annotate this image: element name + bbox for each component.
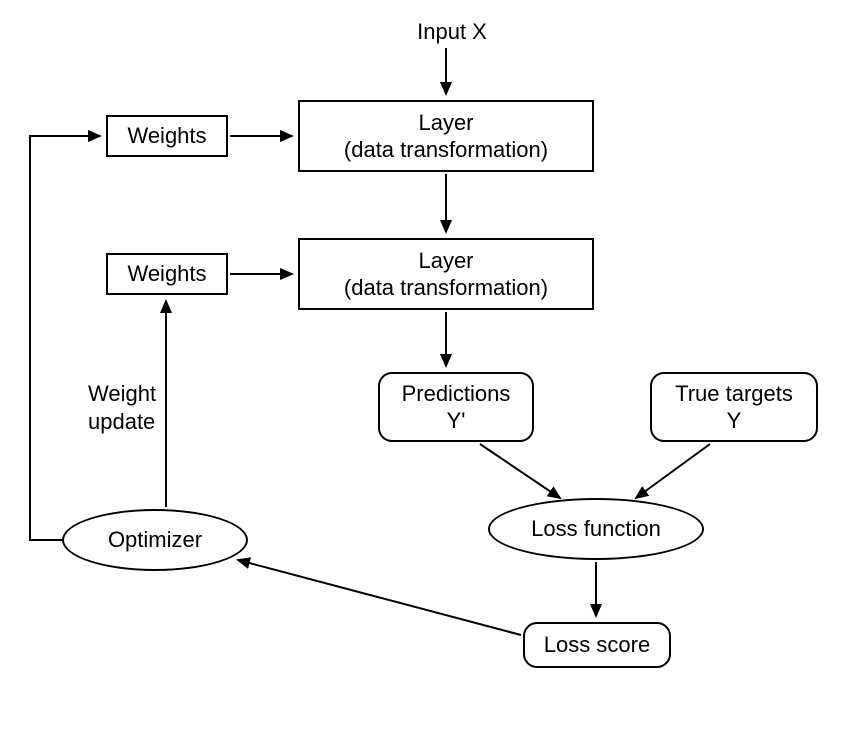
predictions-line1: Predictions [402, 380, 511, 408]
loss-function-text: Loss function [531, 515, 661, 543]
arrow-targets-to-loss [636, 444, 710, 498]
optimizer-ellipse: Optimizer [62, 509, 248, 571]
weight-update-line2: update [88, 409, 155, 434]
layer2-line2: (data transformation) [344, 274, 548, 302]
predictions-box: Predictions Y' [378, 372, 534, 442]
loss-score-text: Loss score [544, 631, 650, 659]
arrow-optimizer-to-weights1 [30, 136, 100, 540]
true-targets-line1: True targets [675, 380, 793, 408]
weights-2-text: Weights [127, 260, 206, 288]
weights-box-2: Weights [106, 253, 228, 295]
layer1-line2: (data transformation) [344, 136, 548, 164]
weights-box-1: Weights [106, 115, 228, 157]
optimizer-text: Optimizer [108, 526, 202, 554]
layer1-line1: Layer [418, 109, 473, 137]
arrow-predictions-to-loss [480, 444, 560, 498]
input-label: Input X [392, 18, 512, 46]
loss-score-box: Loss score [523, 622, 671, 668]
layer2-line1: Layer [418, 247, 473, 275]
layer-box-2: Layer (data transformation) [298, 238, 594, 310]
weight-update-label: Weight update [88, 380, 178, 435]
layer-box-1: Layer (data transformation) [298, 100, 594, 172]
true-targets-box: True targets Y [650, 372, 818, 442]
predictions-line2: Y' [447, 407, 466, 435]
true-targets-line2: Y [727, 407, 742, 435]
loss-function-ellipse: Loss function [488, 498, 704, 560]
training-loop-diagram: Input X Weights Layer (data transformati… [0, 0, 866, 730]
weights-1-text: Weights [127, 122, 206, 150]
arrow-score-to-optimizer [238, 560, 521, 635]
weight-update-line1: Weight [88, 381, 156, 406]
